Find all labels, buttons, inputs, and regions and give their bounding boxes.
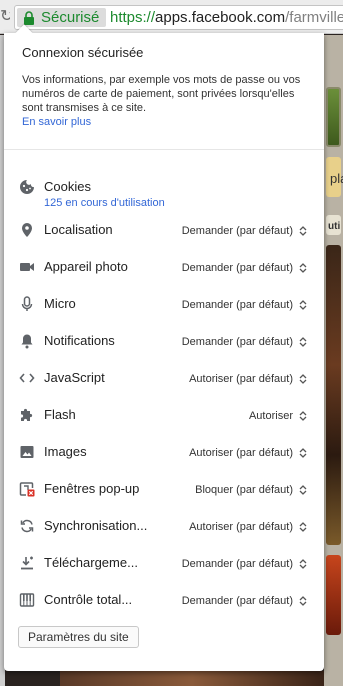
select-arrows-icon [299,411,307,421]
learn-more-link[interactable]: En savoir plus [22,116,91,128]
permission-row-flash[interactable]: Flash Autoriser [4,399,324,431]
url-path: /farmville- [285,9,343,26]
location-pin-icon [22,223,32,237]
permission-row-cookies[interactable]: Cookies 125 en cours d'utilisation [4,171,324,209]
permission-select[interactable]: Demander (par défaut) [182,260,307,276]
cookie-icon [20,180,34,194]
permission-label: Contrôle total... [44,592,133,607]
select-arrows-icon [299,226,307,236]
url-text[interactable]: https://apps.facebook.com/farmville- [110,9,343,27]
permission-label: Téléchargeme... [44,555,138,570]
background-tile [326,87,341,147]
permission-value: Demander (par défaut) [181,558,293,570]
popup-title: Connexion sécurisée [22,45,144,60]
permission-value: Autoriser (par défaut) [189,447,293,459]
midi-icon [19,593,35,607]
permission-select[interactable]: Demander (par défaut) [182,223,307,239]
permission-row-popups[interactable]: Fenêtres pop-up Bloquer (par défaut) [4,473,324,505]
permission-label: Cookies [44,179,91,194]
permission-row-location[interactable]: Localisation Demander (par défaut) [4,214,324,246]
url-scheme: https:// [110,9,156,26]
permission-select[interactable]: Demander (par défaut) [182,593,307,609]
background-tile [326,245,341,545]
camera-icon [20,263,34,271]
permission-label: Micro [44,296,76,311]
puzzle-icon [21,408,33,421]
cookies-in-use-link[interactable]: 125 en cours d'utilisation [44,197,165,209]
permission-row-camera[interactable]: Appareil photo Demander (par défaut) [4,251,324,283]
permission-value: Demander (par défaut) [181,299,293,311]
permission-value: Demander (par défaut) [181,225,293,237]
permission-value: Demander (par défaut) [181,336,293,348]
permission-select[interactable]: Autoriser (par défaut) [189,445,307,461]
background-text: pla [330,171,343,186]
permission-select[interactable]: Autoriser (par défaut) [189,371,307,387]
permission-label: Localisation [44,222,113,237]
permission-row-microphone[interactable]: Micro Demander (par défaut) [4,288,324,320]
popup-blocked-icon [19,482,35,497]
permission-value: Autoriser (par défaut) [189,521,293,533]
permission-select[interactable]: Autoriser (par défaut) [189,519,307,535]
permission-value: Bloquer (par défaut) [195,484,293,496]
permission-row-downloads[interactable]: Téléchargeme... Demander (par défaut) [4,547,324,579]
microphone-icon [21,296,33,311]
download-icon [21,556,33,570]
sync-icon [20,519,34,533]
reload-icon[interactable]: ↻ [0,8,10,26]
image-icon [20,446,34,458]
select-arrows-icon [299,337,307,347]
permission-value: Demander (par défaut) [181,262,293,274]
divider [4,149,324,150]
permission-select[interactable]: Demander (par défaut) [182,334,307,350]
site-settings-button[interactable]: Paramètres du site [18,626,139,648]
select-arrows-icon [299,485,307,495]
permission-value: Demander (par défaut) [181,595,293,607]
bell-icon [21,334,33,349]
permission-select[interactable]: Autoriser [249,408,307,424]
permission-label: Notifications [44,333,115,348]
permission-row-notifications[interactable]: Notifications Demander (par défaut) [4,325,324,357]
permission-row-background-sync[interactable]: Synchronisation... Autoriser (par défaut… [4,510,324,542]
permission-value: Autoriser [248,410,293,422]
permission-row-javascript[interactable]: JavaScript Autoriser (par défaut) [4,362,324,394]
permission-row-midi[interactable]: Contrôle total... Demander (par défaut) [4,584,324,616]
omnibox[interactable]: Sécurisé https://apps.facebook.com/farmv… [14,5,343,30]
browser-address-bar: ↻ Sécurisé https://apps.facebook.com/far… [0,0,343,34]
secure-indicator-button[interactable]: Sécurisé [17,8,106,27]
url-host: apps.facebook.com [155,9,286,26]
select-arrows-icon [299,374,307,384]
background-tile [326,555,341,635]
permission-label: Flash [44,407,76,422]
select-arrows-icon [299,522,307,532]
select-arrows-icon [299,300,307,310]
permission-label: JavaScript [44,370,105,385]
permission-label: Appareil photo [44,259,128,274]
select-arrows-icon [299,559,307,569]
permission-select[interactable]: Demander (par défaut) [182,297,307,313]
permission-label: Images [44,444,87,459]
background-right-strip: pla uti [324,35,343,686]
code-icon [19,373,35,383]
permission-label: Fenêtres pop-up [44,481,140,496]
background-game-image [60,671,324,686]
select-arrows-icon [299,596,307,606]
permission-value: Autoriser (par défaut) [189,373,293,385]
permission-row-images[interactable]: Images Autoriser (par défaut) [4,436,324,468]
select-arrows-icon [299,263,307,273]
lock-icon [24,11,34,25]
background-text: uti [328,221,341,232]
site-info-popup: Connexion sécurisée Vos informations, pa… [4,24,324,671]
secure-label: Sécurisé [41,9,100,26]
permission-select[interactable]: Bloquer (par défaut) [195,482,307,498]
permission-select[interactable]: Demander (par défaut) [182,556,307,572]
select-arrows-icon [299,448,307,458]
popup-description: Vos informations, par exemple vos mots d… [22,74,301,114]
permission-label: Synchronisation... [44,518,148,533]
